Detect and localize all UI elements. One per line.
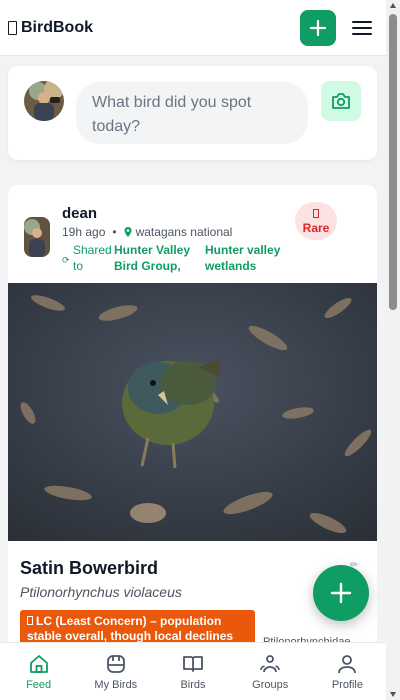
user-icon — [338, 655, 357, 674]
nav-label: Birds — [180, 679, 206, 691]
species-name[interactable]: Satin Bowerbird — [20, 558, 158, 579]
bird-photo[interactable] — [8, 283, 377, 541]
home-icon — [29, 655, 48, 673]
rare-icon — [313, 209, 319, 218]
group-link[interactable]: Hunter Valley Bird Group, — [114, 242, 194, 274]
app-logo-icon — [8, 20, 17, 35]
plus-icon — [330, 582, 352, 604]
top-bar: BirdBook — [0, 0, 386, 56]
rare-badge: Rare — [295, 202, 337, 240]
nav-label: My Birds — [94, 679, 138, 691]
book-icon — [183, 656, 203, 672]
share-icon: ⟳ — [62, 255, 70, 265]
bottom-nav: Feed My Birds Birds Groups Profile — [0, 642, 386, 700]
sighting-input[interactable]: What bird did you spot today? — [76, 82, 308, 144]
nav-label: Feed — [26, 679, 52, 691]
nav-label: Profile — [331, 679, 363, 691]
status-icon — [27, 616, 33, 625]
page-scrollbar[interactable] — [386, 0, 400, 700]
group-link[interactable]: Hunter valley wetlands — [205, 242, 295, 274]
location-pin-icon — [124, 227, 132, 237]
binoculars-icon — [106, 655, 125, 673]
nav-item-feed[interactable]: Feed — [0, 643, 77, 700]
floating-add-button[interactable] — [313, 565, 369, 621]
post-composer: What bird did you spot today? — [8, 66, 377, 160]
nav-item-birds[interactable]: Birds — [154, 643, 231, 700]
brand-name: BirdBook — [21, 18, 93, 36]
hamburger-menu-icon — [352, 20, 372, 35]
avatar[interactable] — [24, 217, 50, 257]
scroll-up-arrow[interactable] — [389, 2, 397, 10]
nav-item-my-birds[interactable]: My Birds — [77, 643, 154, 700]
camera-icon — [332, 93, 350, 109]
scrollbar-thumb[interactable] — [389, 14, 397, 310]
camera-button[interactable] — [321, 81, 361, 121]
post-time: 19h ago — [62, 225, 106, 239]
plus-icon — [309, 19, 327, 36]
avatar — [24, 81, 64, 121]
post-username[interactable]: dean — [62, 205, 97, 222]
users-icon — [260, 655, 281, 673]
nav-item-profile[interactable]: Profile — [309, 643, 386, 700]
shared-label: Shared to — [73, 243, 112, 273]
nav-item-groups[interactable]: Groups — [232, 643, 309, 700]
scroll-down-arrow[interactable] — [389, 690, 397, 698]
nav-label: Groups — [252, 679, 289, 691]
post-location[interactable]: watagans national — [136, 225, 233, 239]
menu-button[interactable] — [348, 14, 376, 42]
add-sighting-button[interactable] — [300, 9, 336, 46]
brand[interactable]: BirdBook — [8, 19, 93, 37]
scientific-name: Ptilonorhynchus violaceus — [20, 584, 182, 600]
post-meta: 19h ago • watagans national — [62, 225, 233, 239]
